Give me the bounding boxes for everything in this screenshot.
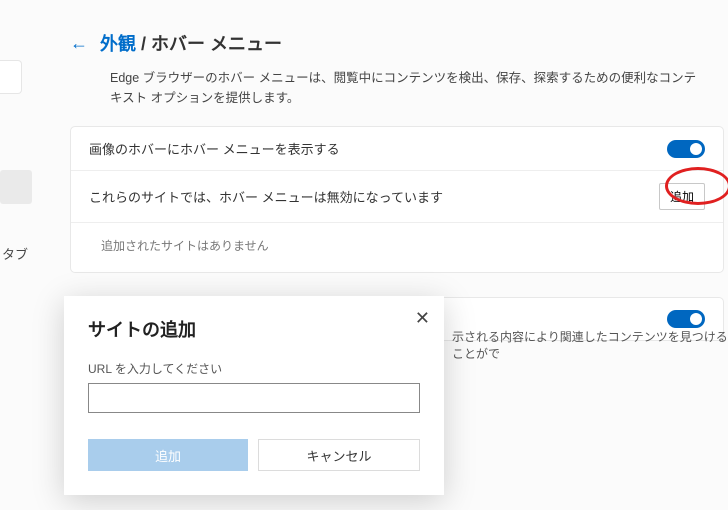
row-disabled-sites: これらのサイトでは、ホバー メニューは無効になっています 追加 xyxy=(71,170,723,222)
close-icon[interactable]: ✕ xyxy=(415,308,430,329)
dialog-buttons: 追加 キャンセル xyxy=(88,439,420,471)
row-show-on-images-label: 画像のホバーにホバー メニューを表示する xyxy=(89,139,340,158)
breadcrumb-current: ホバー メニュー xyxy=(151,34,282,54)
settings-page: タブ ← 外観 / ホバー メニュー Edge ブラウザーのホバー メニューは、… xyxy=(0,0,728,510)
dialog-cancel-button[interactable]: キャンセル xyxy=(258,439,420,471)
url-input[interactable] xyxy=(88,383,420,413)
sidebar-item-selected-fragment[interactable] xyxy=(0,170,32,204)
sidebar-fragment: タブ xyxy=(0,0,50,510)
dialog-add-button[interactable]: 追加 xyxy=(88,439,248,471)
row-empty-sites: 追加されたサイトはありません xyxy=(71,222,723,272)
toggle-related-content[interactable] xyxy=(667,310,705,328)
row-show-on-images: 画像のホバーにホバー メニューを表示する xyxy=(71,127,723,170)
sidebar-item-tab-fragment[interactable]: タブ xyxy=(2,244,28,263)
breadcrumb-appearance[interactable]: 外観 xyxy=(100,34,136,54)
page-description: Edge ブラウザーのホバー メニューは、閲覧中にコンテンツを検出、保存、探索す… xyxy=(110,68,700,108)
row-related-content-description: 示される内容により関連したコンテンツを見つけることがで xyxy=(452,328,728,362)
page-title: 外観 / ホバー メニュー xyxy=(100,30,282,56)
back-arrow-icon[interactable]: ← xyxy=(70,33,88,54)
url-input-label: URL を入力してください xyxy=(88,360,420,377)
page-header: ← 外観 / ホバー メニュー xyxy=(70,30,724,56)
add-site-button[interactable]: 追加 xyxy=(659,183,705,210)
row-disabled-sites-label: これらのサイトでは、ホバー メニューは無効になっています xyxy=(89,187,443,206)
hover-menu-card: 画像のホバーにホバー メニューを表示する これらのサイトでは、ホバー メニューは… xyxy=(70,126,724,273)
breadcrumb-separator: / xyxy=(136,34,151,54)
dialog-title: サイトの追加 xyxy=(88,316,420,342)
main-content: ← 外観 / ホバー メニュー Edge ブラウザーのホバー メニューは、閲覧中… xyxy=(70,30,724,341)
sidebar-item-fragment[interactable] xyxy=(0,60,22,94)
add-site-dialog: ✕ サイトの追加 URL を入力してください 追加 キャンセル xyxy=(64,296,444,495)
toggle-show-on-images[interactable] xyxy=(667,140,705,158)
